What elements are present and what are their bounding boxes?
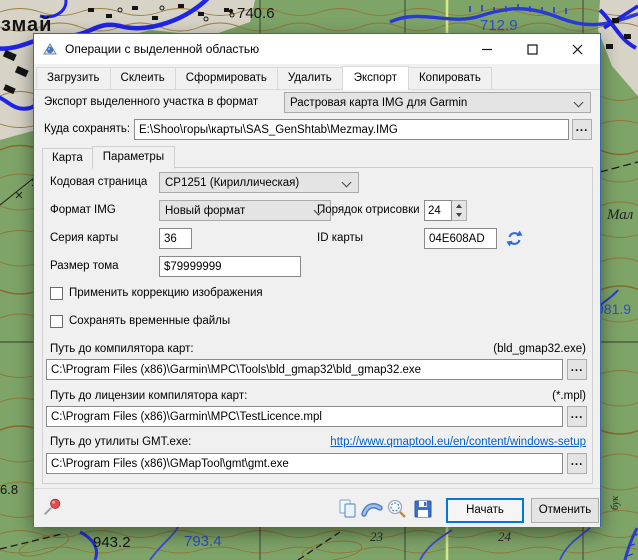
correction-checkbox[interactable]	[50, 287, 63, 300]
licence-path-label: Путь до лицензии компилятора карт:	[50, 389, 247, 403]
map-series-input[interactable]	[159, 228, 192, 249]
compiler-path-browse-button[interactable]: ...	[567, 359, 587, 380]
map-id-label: ID карты	[317, 228, 363, 249]
gmt-path-browse-button[interactable]: ...	[567, 453, 587, 474]
temp-files-checkbox-row: Сохранять временные файлы	[50, 314, 230, 328]
draw-order-spinner[interactable]	[424, 200, 467, 221]
correction-checkbox-row: Применить коррекцию изображения	[50, 286, 263, 300]
spin-up-icon[interactable]	[456, 204, 462, 208]
temp-files-checkbox[interactable]	[50, 315, 63, 328]
draw-order-label: Порядок отрисовки	[317, 200, 420, 221]
volume-size-input[interactable]	[159, 256, 301, 277]
img-format-combobox[interactable]: Новый формат	[159, 200, 331, 221]
map-label-mal: Мал	[606, 207, 634, 223]
copy-icon[interactable]	[337, 498, 359, 520]
tab-kopirovat[interactable]: Копировать	[408, 67, 492, 89]
maximize-button[interactable]	[510, 34, 555, 64]
spinner-buttons[interactable]	[452, 200, 467, 221]
path-edit-icon[interactable]	[361, 498, 383, 520]
map-label-712: 712.9	[480, 17, 518, 34]
map-label-buk: бук	[610, 496, 621, 510]
tab-eksport[interactable]: Экспорт	[342, 66, 409, 90]
tab-sformirovat[interactable]: Сформировать	[175, 67, 278, 89]
minimize-button[interactable]	[465, 34, 510, 64]
img-format-value: Новый формат	[165, 205, 245, 217]
map-label-68: 6.8	[0, 482, 18, 497]
map-series-label: Серия карты	[50, 228, 118, 249]
export-format-value: Растровая карта IMG для Garmin	[290, 97, 467, 109]
save-path-label: Куда сохранять:	[44, 119, 130, 140]
minimize-icon	[482, 44, 493, 55]
title-bar[interactable]: Операции с выделенной областью	[34, 34, 600, 64]
screen: { "colors": { "accent": "#0078D7", "dial…	[0, 0, 638, 560]
close-icon	[572, 44, 583, 55]
codepage-value: CP1251 (Кириллическая)	[165, 177, 299, 189]
maximize-icon	[527, 44, 538, 55]
tab-karta[interactable]: Карта	[42, 148, 93, 168]
map-grid-23: 23	[370, 529, 384, 544]
codepage-combobox[interactable]: CP1251 (Кириллическая)	[159, 172, 359, 193]
app-icon	[42, 41, 58, 57]
inner-tabstrip: Карта Параметры	[42, 146, 174, 168]
gmt-path-label: Путь до утилиты GMT.exe:	[50, 435, 191, 449]
licence-path-input[interactable]	[46, 406, 563, 427]
tab-zagruzit[interactable]: Загрузить	[36, 67, 111, 89]
export-format-combobox[interactable]: Растровая карта IMG для Garmin	[284, 92, 591, 113]
footer-bar: Начать Отменить	[34, 488, 600, 527]
tab-skleit[interactable]: Склеить	[110, 67, 176, 89]
map-id-input[interactable]	[424, 228, 497, 249]
export-format-label: Экспорт выделенного участка в формат	[44, 92, 258, 113]
map-label-740: 740.6	[237, 5, 275, 22]
save-icon[interactable]	[412, 498, 434, 520]
licence-path-browse-button[interactable]: ...	[567, 406, 587, 427]
map-grid-24: 24	[498, 529, 512, 544]
refresh-icon[interactable]	[506, 230, 523, 247]
zoom-icon[interactable]	[386, 498, 408, 520]
map-label-981: 981.9	[596, 301, 631, 317]
gmt-path-input[interactable]	[46, 453, 563, 474]
gmt-download-link[interactable]: http://www.qmaptool.eu/en/content/window…	[330, 435, 586, 449]
start-button[interactable]: Начать	[446, 498, 524, 523]
close-button[interactable]	[555, 34, 600, 64]
chevron-down-icon	[574, 98, 584, 108]
compiler-path-hint: (bld_gmap32.exe)	[493, 342, 586, 356]
map-label-943: 943.2	[93, 534, 131, 551]
compiler-path-label: Путь до компилятора карт:	[50, 342, 194, 356]
temp-files-checkbox-label: Сохранять временные файлы	[69, 315, 230, 327]
correction-checkbox-label: Применить коррекцию изображения	[69, 287, 263, 299]
cancel-button[interactable]: Отменить	[531, 498, 599, 523]
map-label-793: 793.4	[184, 533, 222, 550]
window-title: Операции с выделенной областью	[65, 42, 259, 56]
spin-down-icon[interactable]	[456, 213, 462, 217]
dialog-area-operations: Операции с выделенной областью Загрузить…	[33, 33, 601, 527]
save-path-input[interactable]	[134, 119, 569, 140]
img-format-label: Формат IMG	[50, 200, 116, 221]
volume-size-label: Размер тома	[50, 256, 119, 277]
codepage-label: Кодовая страница	[50, 172, 147, 193]
tab-parametry[interactable]: Параметры	[92, 146, 175, 169]
save-path-browse-button[interactable]: ...	[572, 119, 592, 140]
draw-order-input[interactable]	[424, 200, 452, 221]
licence-path-hint: (*.mpl)	[552, 389, 586, 403]
compiler-path-input[interactable]	[46, 359, 563, 380]
pin-icon[interactable]	[41, 496, 63, 518]
main-tabstrip: Загрузить Склеить Сформировать Удалить Э…	[34, 64, 600, 90]
chevron-down-icon	[342, 178, 352, 188]
tab-udalit[interactable]: Удалить	[277, 67, 343, 89]
